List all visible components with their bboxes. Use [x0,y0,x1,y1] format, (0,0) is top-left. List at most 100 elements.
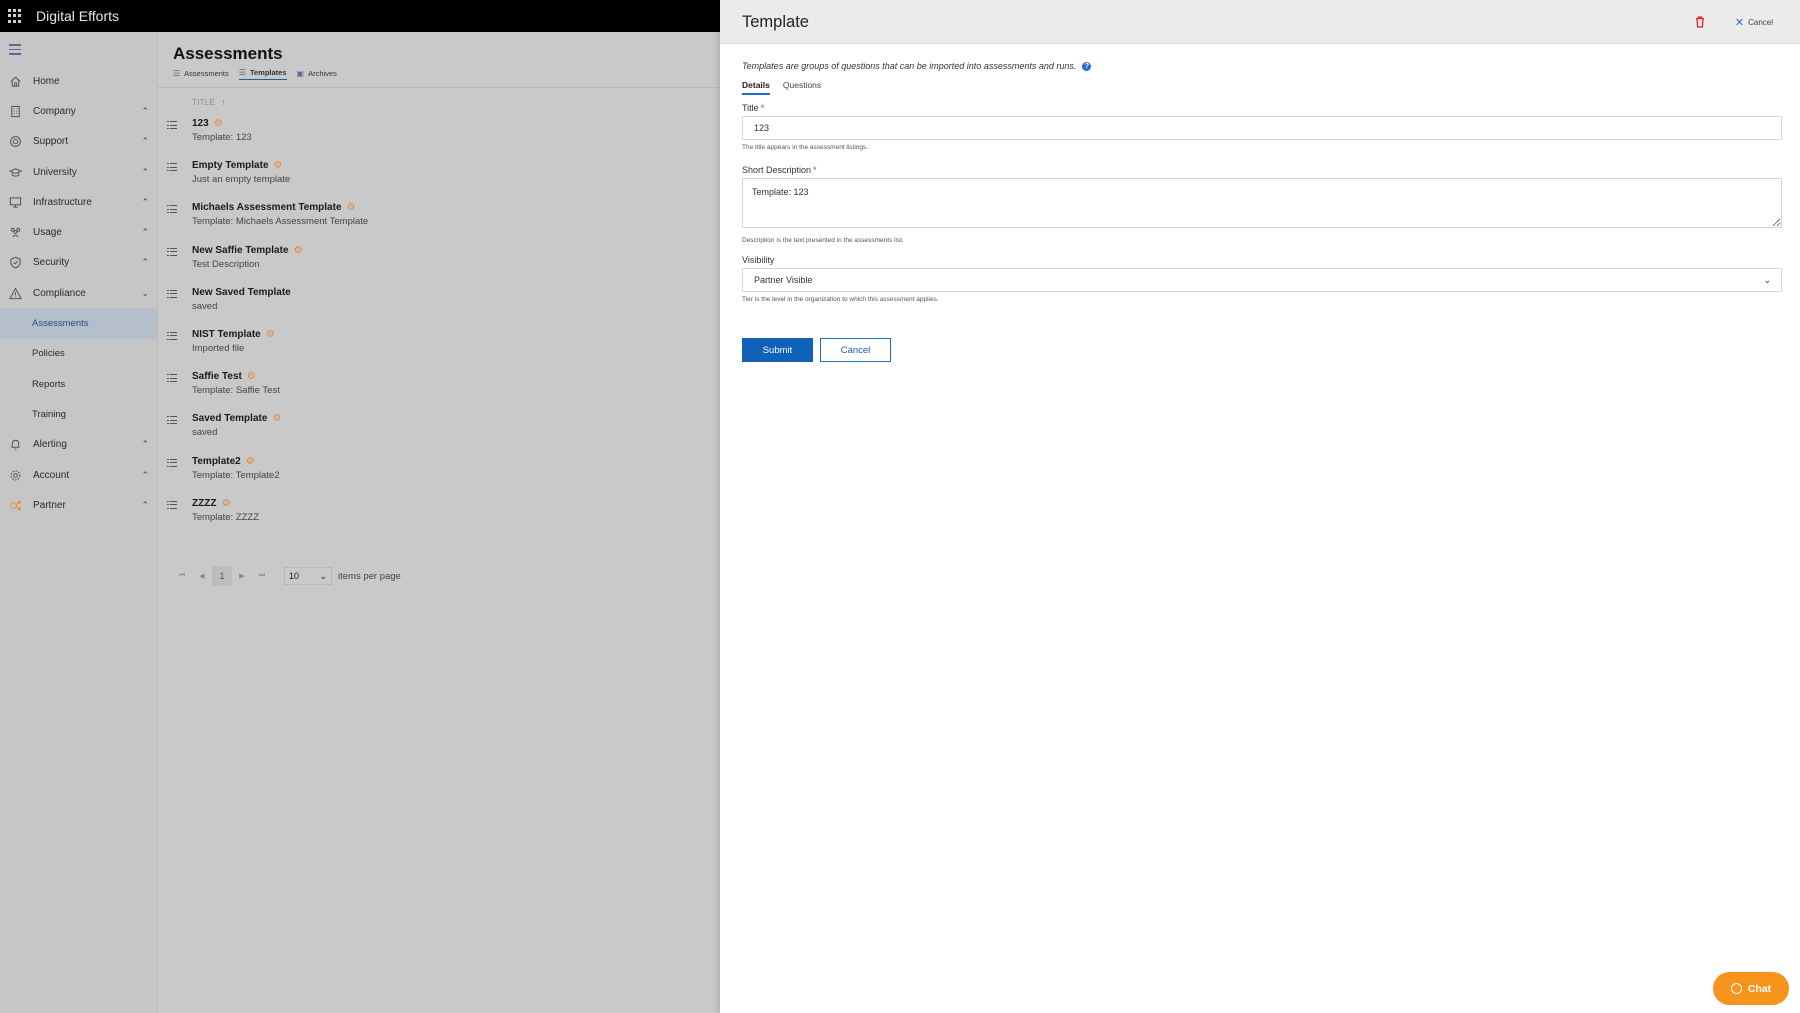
short-description-textarea[interactable]: Template: 123 [742,178,1782,228]
visibility-label: Visibility [742,255,775,265]
chat-button[interactable]: Chat [1713,972,1789,1005]
item-title[interactable]: Saved Template [192,413,267,424]
item-title[interactable]: Michaels Assessment Template [192,202,342,213]
sidebar-item-account[interactable]: Account ⌃ [0,460,157,490]
item-title[interactable]: New Saved Template [192,287,291,298]
gear-icon[interactable]: ⚙ [246,456,255,467]
list-item[interactable]: Saffie Test ⚙ Template: Saffie Test [158,371,718,413]
list-icon [167,121,177,132]
chevron-up-icon[interactable]: ⌃ [141,500,149,511]
gear-icon[interactable]: ⚙ [347,202,356,213]
delete-trash-icon[interactable] [1695,15,1705,28]
sidebar-subitem-assessments[interactable]: Assessments [0,308,157,339]
chevron-up-icon[interactable]: ⌃ [141,136,149,147]
chevron-up-icon[interactable]: ⌃ [141,227,149,238]
shield-icon [8,256,22,270]
sidebar-item-infrastructure[interactable]: Infrastructure ⌃ [0,187,157,217]
item-title[interactable]: New Saffie Template [192,245,289,256]
sidebar-subitem-training[interactable]: Training [0,399,157,429]
list-item[interactable]: NIST Template ⚙ Imported file [158,329,718,371]
next-page-button[interactable]: ▶ [232,566,252,586]
sidebar-item-company[interactable]: Company ⌃ [0,96,157,126]
last-page-button[interactable]: ⏭ [252,566,272,586]
gear-icon[interactable]: ⚙ [214,118,223,129]
chevron-up-icon[interactable]: ⌃ [141,470,149,481]
gear-icon[interactable]: ⚙ [247,371,256,382]
chevron-up-icon[interactable]: ⌃ [141,106,149,117]
list-item[interactable]: ZZZZ ⚙ Template: ZZZZ [158,498,718,540]
visibility-select[interactable]: Partner Visible ⌄ [742,268,1782,292]
sidebar-item-usage[interactable]: Usage ⌃ [0,217,157,247]
chevron-up-icon[interactable]: ⌃ [141,439,149,450]
help-icon[interactable]: ? [1082,61,1092,71]
item-description: Just an empty template [192,174,291,186]
sidebar-item-label: Infrastructure [33,196,92,208]
required-marker: * [760,103,765,113]
tab-assessments[interactable]: ☰ Assessments [173,68,229,80]
gear-icon[interactable]: ⚙ [221,498,230,509]
item-title[interactable]: 123 [192,118,209,129]
list-item[interactable]: Michaels Assessment Template ⚙ Template: … [158,202,718,244]
item-description: Template: Template2 [192,469,280,481]
item-title[interactable]: Empty Template [192,160,269,171]
item-title[interactable]: Template2 [192,456,241,467]
graduation-cap-icon [8,165,22,179]
title-input[interactable] [742,116,1782,140]
current-page-button[interactable]: 1 [212,566,232,586]
sidebar-subitem-reports[interactable]: Reports [0,369,157,399]
previous-page-button[interactable]: ◀ [192,566,212,586]
chevron-up-icon[interactable]: ⌃ [141,167,149,178]
panel-intro: Templates are groups of questions that c… [742,61,1092,71]
main-content: Assessments ☰ Assessments ☰ Templates ▣ … [158,32,720,1013]
list-item[interactable]: Template2 ⚙ Template: Template2 [158,456,718,498]
sidebar-item-compliance[interactable]: Compliance ⌄ [0,278,157,308]
tab-templates[interactable]: ☰ Templates [238,68,287,80]
gear-icon[interactable]: ⚙ [294,245,303,256]
gear-icon[interactable]: ⚙ [272,413,281,424]
sidebar-item-partner[interactable]: Partner ⌃ [0,490,157,520]
title-column-header[interactable]: TITLE ↑ [192,97,226,107]
sidebar-subitem-policies[interactable]: Policies [0,339,157,369]
sidebar-item-university[interactable]: University ⌃ [0,157,157,187]
app-launcher-icon[interactable] [8,9,22,23]
hamburger-menu-icon[interactable] [9,44,21,58]
list-item[interactable]: Empty Template ⚙ Just an empty template [158,160,718,202]
sidebar-item-support[interactable]: Support ⌃ [0,127,157,157]
cancel-button[interactable]: Cancel [820,338,891,362]
tab-archives[interactable]: ▣ Archives [297,68,337,80]
gear-icon[interactable]: ⚙ [274,160,283,171]
page-size-select[interactable]: 10 ⌄ [284,567,332,585]
item-title[interactable]: ZZZZ [192,498,216,509]
list-item[interactable]: New Saffie Template ⚙ Test Description [158,245,718,287]
chevron-up-icon[interactable]: ⌃ [141,257,149,268]
chevron-up-icon[interactable]: ⌃ [141,197,149,208]
list-item[interactable]: New Saved Template saved [158,287,718,329]
sidebar-item-home[interactable]: Home [0,66,157,96]
visibility-help-text: Tier is the level in the organization to… [742,296,939,303]
gear-icon [8,468,22,482]
template-panel: Template ✕ Cancel Templates are groups o… [720,0,1800,1013]
sidebar-item-security[interactable]: Security ⌃ [0,248,157,278]
list-icon [167,205,177,216]
list-icon: ☰ [238,68,246,77]
list-icon [167,163,177,174]
item-title[interactable]: Saffie Test [192,371,242,382]
gear-icon[interactable]: ⚙ [266,329,275,340]
tab-details[interactable]: Details [742,80,770,95]
top-bar: Digital Efforts [0,0,720,32]
submit-button[interactable]: Submit [742,338,813,362]
background-app: Digital Efforts Home Company ⌃ Support ⌃… [0,0,720,1013]
chevron-down-icon[interactable]: ⌄ [141,288,149,299]
sidebar-item-alerting[interactable]: Alerting ⌃ [0,430,157,460]
tab-questions[interactable]: Questions [783,80,821,95]
first-page-button[interactable]: ⏮ [172,566,192,586]
sidebar-item-label: Partner [33,499,66,511]
item-title[interactable]: NIST Template [192,329,261,340]
sidebar-item-label: University [33,166,77,178]
items-per-page-label: items per page [338,570,401,582]
sidebar-nav: Home Company ⌃ Support ⌃ University ⌃ In… [0,66,157,520]
panel-cancel-label: Cancel [1748,18,1773,27]
list-item[interactable]: 123 ⚙ Template: 123 [158,118,718,160]
list-item[interactable]: Saved Template ⚙ saved [158,413,718,455]
panel-cancel-button[interactable]: ✕ Cancel [1735,16,1773,29]
